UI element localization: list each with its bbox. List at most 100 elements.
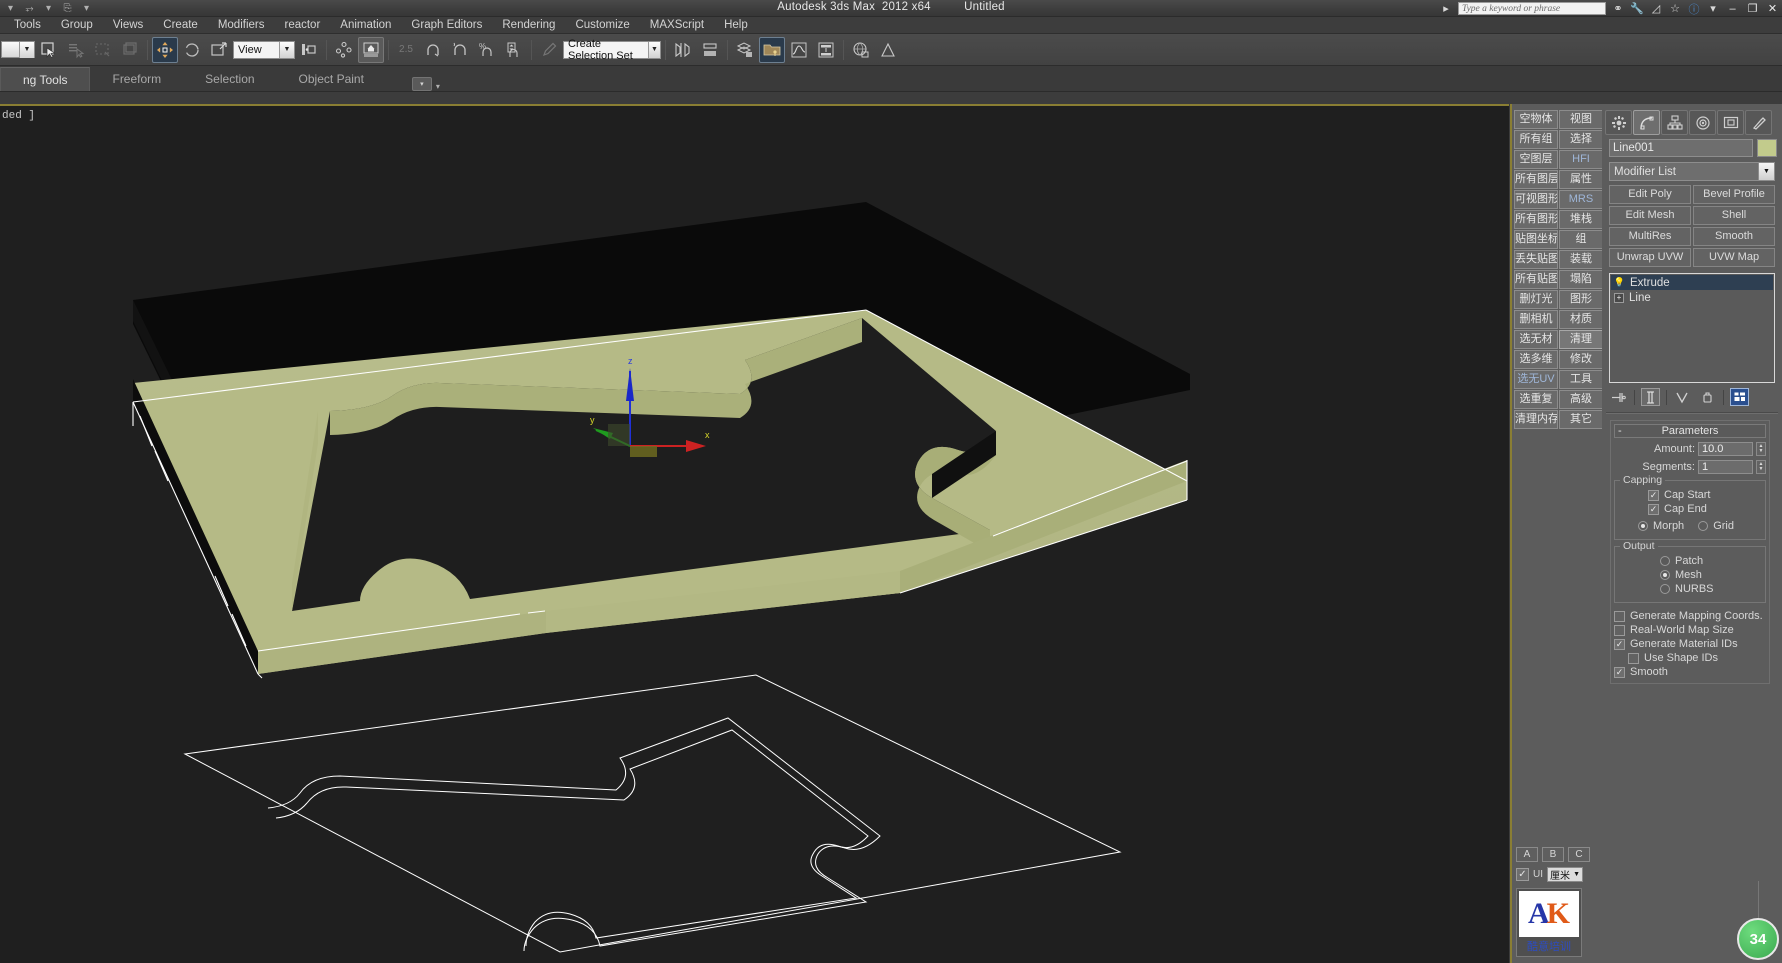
script-btn-suoyouzu[interactable]: 所有组 <box>1514 130 1558 149</box>
menu-graph-editors[interactable]: Graph Editors <box>401 17 492 34</box>
cap-end-checkbox[interactable]: ✓ <box>1648 503 1659 515</box>
menu-animation[interactable]: Animation <box>330 17 401 34</box>
script-btn-tuxing[interactable]: 图形 <box>1559 290 1603 309</box>
minimize-button[interactable]: – <box>1725 3 1740 15</box>
amount-spinner[interactable]: ▲ ▼ <box>1756 442 1766 456</box>
morph-radio[interactable] <box>1638 521 1648 531</box>
menu-customize[interactable]: Customize <box>565 17 639 34</box>
script-btn-zhuangzai[interactable]: 装载 <box>1559 250 1603 269</box>
select-object-icon[interactable] <box>36 37 62 63</box>
menu-modifiers[interactable]: Modifiers <box>208 17 275 34</box>
configure-modifier-sets-icon[interactable] <box>1730 388 1749 406</box>
modifier-btn-smooth[interactable]: Smooth <box>1693 227 1775 246</box>
selection-set-combo[interactable]: Create Selection Set ▼ <box>563 38 661 62</box>
generate-material-ids-checkbox[interactable]: ✓ <box>1614 638 1625 650</box>
generate-mapping-coords-checkbox[interactable]: ✓ <box>1614 610 1625 622</box>
motion-tab[interactable] <box>1689 110 1716 135</box>
overlay-count-badge[interactable]: 34 <box>1737 918 1779 960</box>
select-by-name-icon[interactable] <box>63 37 89 63</box>
select-and-link-icon[interactable] <box>331 37 357 63</box>
display-tab[interactable] <box>1717 110 1744 135</box>
plus-icon[interactable]: + <box>1614 292 1624 303</box>
script-btn-duizhan[interactable]: 堆栈 <box>1559 210 1603 229</box>
search-input[interactable]: Type a keyword or phrase <box>1458 2 1606 15</box>
ribbon-tab-object-paint[interactable]: Object Paint <box>277 67 386 91</box>
layer-manager-icon[interactable] <box>732 37 758 63</box>
parameters-rollout-header[interactable]: - Parameters <box>1614 424 1766 438</box>
script-btn-gaoji[interactable]: 高级 <box>1559 390 1603 409</box>
script-btn-xuanchongfu[interactable]: 选重复 <box>1514 390 1558 409</box>
cap-start-checkbox[interactable]: ✓ <box>1648 489 1659 501</box>
script-btn-shitu[interactable]: 视图 <box>1559 110 1603 129</box>
nurbs-radio[interactable] <box>1660 584 1670 594</box>
modify-tab[interactable] <box>1633 110 1660 135</box>
abc-button-c[interactable]: C <box>1568 847 1590 862</box>
script-btn-shandengguang[interactable]: 删灯光 <box>1514 290 1558 309</box>
restore-button[interactable]: ❐ <box>1745 2 1760 15</box>
menu-views[interactable]: Views <box>103 17 153 34</box>
select-and-move-icon[interactable] <box>152 36 178 63</box>
modifier-btn-edit-mesh[interactable]: Edit Mesh <box>1609 206 1691 225</box>
script-btn-qita[interactable]: 其它 <box>1559 410 1603 429</box>
use-shape-ids-checkbox[interactable]: ✓ <box>1628 652 1639 664</box>
ribbon-minimize-icon[interactable]: ▾ <box>411 77 432 91</box>
script-btn-tata[interactable]: 塌陷 <box>1559 270 1603 289</box>
remove-modifier-icon[interactable] <box>1698 388 1717 406</box>
script-btn-xuanze[interactable]: 选择 <box>1559 130 1603 149</box>
help-icon[interactable]: ⓘ <box>1687 2 1701 16</box>
amount-input[interactable]: 10.0 <box>1698 442 1753 456</box>
angle-snap-deg-icon[interactable] <box>447 37 473 63</box>
snap-toggle-25-icon[interactable]: 2.5 <box>393 37 419 63</box>
morph-radio-row[interactable]: Morph <box>1638 520 1684 532</box>
modifier-btn-multires[interactable]: MultiRes <box>1609 227 1691 246</box>
real-world-map-size-checkbox[interactable]: ✓ <box>1614 624 1625 636</box>
menu-group[interactable]: Group <box>51 17 103 34</box>
wrench-icon[interactable]: 🔧 <box>1630 2 1644 16</box>
mesh-radio-row[interactable]: Mesh <box>1620 569 1760 581</box>
script-btn-suoyoutietu[interactable]: 所有贴图 <box>1514 270 1558 289</box>
subscription-icon[interactable]: ◿ <box>1649 2 1663 16</box>
script-btn-shanxiangji[interactable]: 删相机 <box>1514 310 1558 329</box>
script-btn-xuanduowei[interactable]: 选多维 <box>1514 350 1558 369</box>
select-region-icon[interactable] <box>90 37 116 63</box>
use-pivot-center-icon[interactable] <box>296 37 322 63</box>
script-btn-kongtuceng[interactable]: 空图层 <box>1514 150 1558 169</box>
mesh-radio[interactable] <box>1660 570 1670 580</box>
script-btn-xiugai[interactable]: 修改 <box>1559 350 1603 369</box>
ui-checkbox[interactable]: ✓ <box>1516 868 1529 881</box>
select-and-rotate-icon[interactable] <box>179 37 205 63</box>
modifier-btn-shell[interactable]: Shell <box>1693 206 1775 225</box>
grid-radio-row[interactable]: Grid <box>1698 520 1734 532</box>
line001-spline[interactable] <box>183 674 1122 953</box>
spinner-snap-icon[interactable] <box>501 37 527 63</box>
ribbon-tab-selection[interactable]: Selection <box>183 67 276 91</box>
star-icon[interactable]: ☆ <box>1668 2 1682 16</box>
make-unique-icon[interactable] <box>1673 388 1692 406</box>
script-btn-gongju[interactable]: 工具 <box>1559 370 1603 389</box>
modifier-btn-unwrap-uvw[interactable]: Unwrap UVW <box>1609 248 1691 267</box>
pin-stack-icon[interactable] <box>1609 388 1628 406</box>
patch-radio-row[interactable]: Patch <box>1620 555 1760 567</box>
binoculars-icon[interactable]: ⚭ <box>1611 2 1625 16</box>
hierarchy-tab[interactable] <box>1661 110 1688 135</box>
script-btn-xuanwuuv[interactable]: 选无UV <box>1514 370 1558 389</box>
perspective-viewport[interactable]: ded ] z y x <box>0 106 1509 963</box>
script-btn-zu[interactable]: 组 <box>1559 230 1603 249</box>
script-btn-qinglineicun[interactable]: 清理内存 <box>1514 410 1558 429</box>
script-btn-caizhi[interactable]: 材质 <box>1559 310 1603 329</box>
units-dropdown[interactable]: 厘米 ▼ <box>1547 867 1583 882</box>
named-selection-icon[interactable] <box>358 36 384 63</box>
edit-named-sets-icon[interactable] <box>536 37 562 63</box>
schematic-view-icon[interactable] <box>813 37 839 63</box>
render-setup-icon[interactable] <box>875 37 901 63</box>
select-and-scale-icon[interactable] <box>206 37 232 63</box>
curve-editor-icon[interactable] <box>786 37 812 63</box>
script-btn-hfi[interactable]: HFI <box>1559 150 1603 169</box>
percent-snap-icon[interactable]: % <box>474 37 500 63</box>
script-btn-shuxing[interactable]: 属性 <box>1559 170 1603 189</box>
script-btn-mrs[interactable]: MRS <box>1559 190 1603 209</box>
open-folder-icon[interactable] <box>759 36 785 63</box>
lightbulb-icon[interactable]: 💡 <box>1614 277 1625 288</box>
script-btn-diushitietu[interactable]: 丢失贴图 <box>1514 250 1558 269</box>
stack-item-line[interactable]: + Line <box>1611 290 1773 305</box>
